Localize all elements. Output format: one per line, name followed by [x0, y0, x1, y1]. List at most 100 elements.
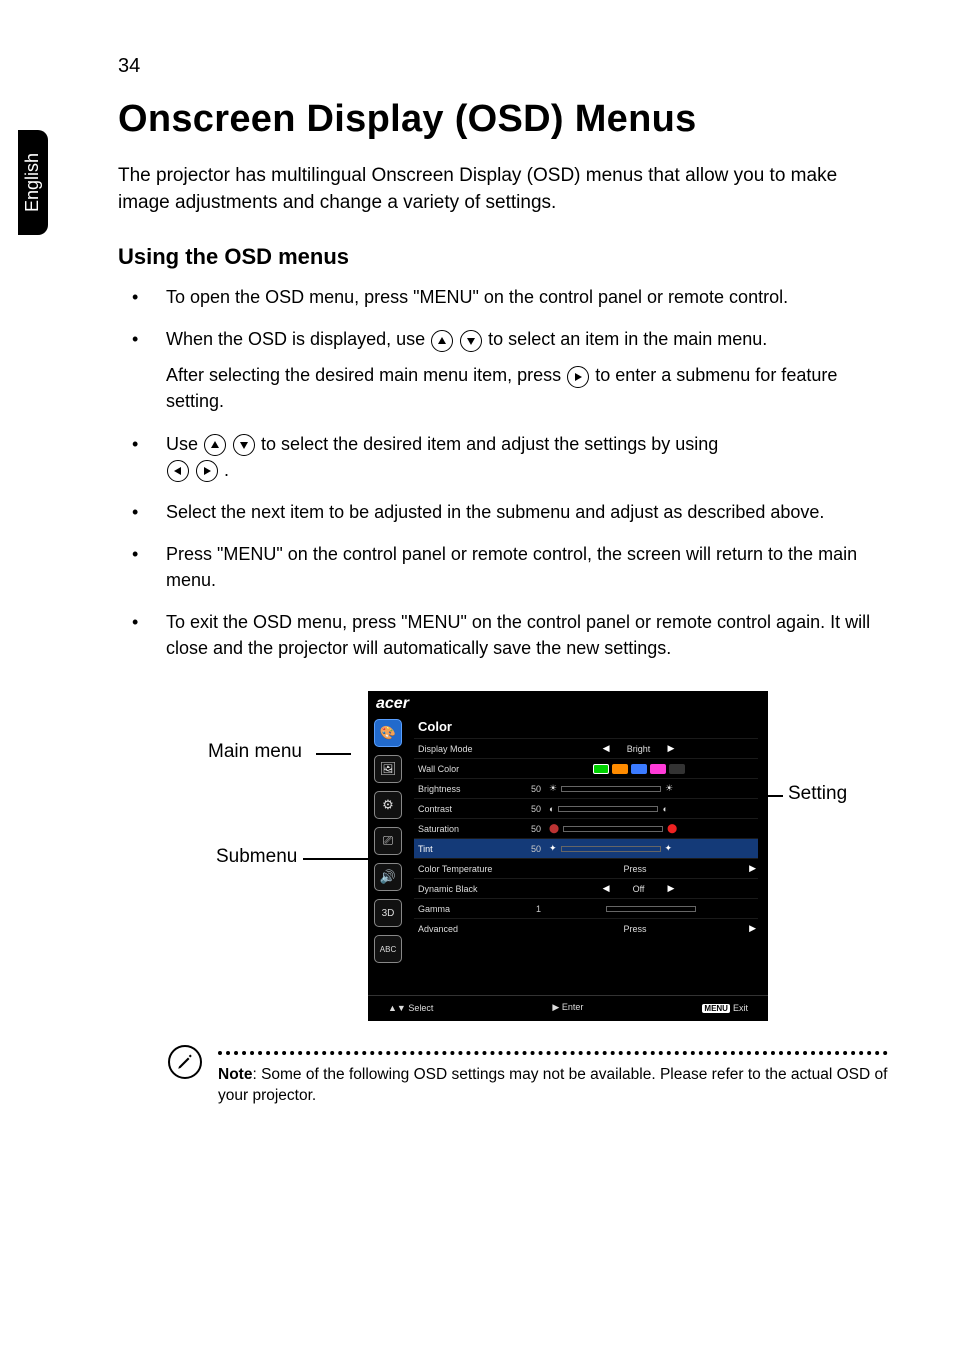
list-text: Select the next item to be adjusted in t… — [166, 502, 824, 522]
list-text: . — [224, 460, 229, 480]
callout-line — [316, 753, 351, 755]
slider[interactable] — [561, 846, 661, 852]
list-text: To exit the OSD menu, press "MENU" on th… — [166, 612, 870, 658]
osd-main-menu-nav: 🎨 🖼 ⚙ ⎚ 🔊 3D ABC — [368, 715, 408, 995]
list-text: After selecting the desired main menu it… — [166, 365, 566, 385]
osd-foot-enter: ▶ Enter — [552, 1002, 583, 1013]
section-heading: Using the OSD menus — [118, 244, 888, 270]
osd-nav-management-icon[interactable]: ⎚ — [374, 827, 402, 855]
osd-nav-color-icon[interactable]: 🎨 — [374, 719, 402, 747]
right-arrow-icon[interactable]: ▶ — [749, 923, 756, 934]
divider-dotted — [218, 1051, 888, 1055]
osd-nav-language-icon[interactable]: ABC — [374, 935, 402, 963]
osd-row-label: Brightness — [416, 784, 521, 794]
list-item: Use to select the desired item and adjus… — [126, 431, 888, 483]
osd-row-dynamic-black[interactable]: Dynamic Black ◀ Off ▶ — [414, 878, 758, 898]
osd-row-value: 50 — [521, 824, 545, 834]
swatch[interactable] — [612, 764, 628, 774]
osd-brand-logo: acer — [368, 691, 768, 715]
swatch[interactable] — [650, 764, 666, 774]
osd-row-label: Contrast — [416, 804, 521, 814]
osd-foot-exit: MENUExit — [702, 1003, 748, 1013]
osd-nav-image-icon[interactable]: 🖼 — [374, 755, 402, 783]
down-arrow-icon — [233, 434, 255, 456]
note-block: Note: Some of the following OSD settings… — [118, 1051, 888, 1107]
right-arrow-icon[interactable]: ▶ — [668, 883, 675, 894]
tint-low-icon: ✦ — [545, 843, 561, 854]
osd-footer: ▲▼ Select ▶ Enter MENUExit — [368, 995, 768, 1019]
osd-row-label: Dynamic Black — [416, 884, 521, 894]
osd-row-value: Press — [624, 864, 647, 874]
osd-row-advanced[interactable]: Advanced Press ▶ — [414, 918, 758, 938]
slider[interactable] — [561, 786, 661, 792]
osd-row-gamma[interactable]: Gamma 1 — [414, 898, 758, 918]
osd-nav-audio-icon[interactable]: 🔊 — [374, 863, 402, 891]
page-content: Onscreen Display (OSD) Menus The project… — [118, 98, 888, 1107]
osd-row-saturation[interactable]: Saturation 50 ⬤ ⬤ — [414, 818, 758, 838]
left-arrow-icon[interactable]: ◀ — [603, 743, 610, 754]
list-item: Select the next item to be adjusted in t… — [126, 499, 888, 525]
osd-row-label: Gamma — [416, 904, 521, 914]
osd-row-contrast[interactable]: Contrast 50 ◐ ◐ — [414, 798, 758, 818]
osd-figure: Main menu Submenu Setting acer 🎨 🖼 ⚙ ⎚ 🔊… — [118, 691, 888, 1031]
osd-row-label: Color Temperature — [416, 864, 521, 874]
up-arrow-icon — [204, 434, 226, 456]
swatch-icon[interactable] — [593, 764, 609, 774]
saturation-high-icon: ⬤ — [663, 823, 681, 834]
osd-row-value: 50 — [521, 784, 545, 794]
osd-nav-3d-icon[interactable]: 3D — [374, 899, 402, 927]
osd-row-label: Display Mode — [416, 744, 521, 754]
osd-nav-settings-icon[interactable]: ⚙ — [374, 791, 402, 819]
list-text: When the OSD is displayed, use — [166, 329, 430, 349]
osd-row-value: Press — [624, 924, 647, 934]
osd-row-value: 50 — [521, 804, 545, 814]
osd-row-tint[interactable]: Tint 50 ✦ ✦ — [414, 838, 758, 858]
color-swatches — [593, 764, 685, 774]
list-item: When the OSD is displayed, use to select… — [126, 326, 888, 414]
slider[interactable] — [606, 906, 696, 912]
brightness-low-icon: ☀ — [545, 783, 561, 794]
note-body: : Some of the following OSD settings may… — [218, 1066, 887, 1104]
contrast-high-icon: ◐ — [658, 804, 671, 814]
tint-high-icon: ✦ — [661, 843, 677, 854]
language-tab-label: English — [23, 153, 44, 212]
list-subtext: After selecting the desired main menu it… — [166, 362, 888, 414]
language-tab: English — [18, 130, 48, 235]
left-arrow-icon[interactable]: ◀ — [603, 883, 610, 894]
slider[interactable] — [563, 826, 663, 832]
up-arrow-icon — [431, 330, 453, 352]
right-arrow-icon[interactable]: ▶ — [749, 863, 756, 874]
callout-setting: Setting — [788, 783, 847, 805]
osd-row-color-temp[interactable]: Color Temperature Press ▶ — [414, 858, 758, 878]
left-arrow-icon — [167, 460, 189, 482]
osd-panel: acer 🎨 🖼 ⚙ ⎚ 🔊 3D ABC Color Display Mode… — [368, 691, 768, 1021]
right-arrow-icon — [196, 460, 218, 482]
list-text: Press "MENU" on the control panel or rem… — [166, 544, 857, 590]
list-text: to select the desired item and adjust th… — [261, 434, 718, 454]
osd-row-wall-color[interactable]: Wall Color — [414, 758, 758, 778]
osd-row-display-mode[interactable]: Display Mode ◀ Bright ▶ — [414, 738, 758, 758]
osd-row-value: Bright — [614, 744, 664, 754]
slider[interactable] — [558, 806, 658, 812]
list-item: Press "MENU" on the control panel or rem… — [126, 541, 888, 593]
right-arrow-icon — [567, 366, 589, 388]
instruction-list: To open the OSD menu, press "MENU" on th… — [118, 284, 888, 661]
osd-row-brightness[interactable]: Brightness 50 ☀ ☀ — [414, 778, 758, 798]
note-text: Note: Some of the following OSD settings… — [218, 1065, 888, 1107]
brightness-high-icon: ☀ — [661, 783, 677, 794]
list-item: To exit the OSD menu, press "MENU" on th… — [126, 609, 888, 661]
swatch[interactable] — [631, 764, 647, 774]
osd-row-value: 1 — [521, 904, 545, 914]
right-arrow-icon[interactable]: ▶ — [668, 743, 675, 754]
osd-submenu: Color Display Mode ◀ Bright ▶ Wall Color — [408, 715, 768, 995]
osd-row-value: 50 — [521, 844, 545, 854]
contrast-low-icon: ◐ — [545, 804, 558, 814]
saturation-low-icon: ⬤ — [545, 823, 563, 834]
list-text: to select an item in the main menu. — [488, 329, 767, 349]
swatch[interactable] — [669, 764, 685, 774]
osd-row-label: Wall Color — [416, 764, 521, 774]
page-title: Onscreen Display (OSD) Menus — [118, 98, 888, 141]
intro-paragraph: The projector has multilingual Onscreen … — [118, 163, 888, 216]
osd-row-label: Tint — [416, 844, 521, 854]
list-text: Use — [166, 434, 203, 454]
